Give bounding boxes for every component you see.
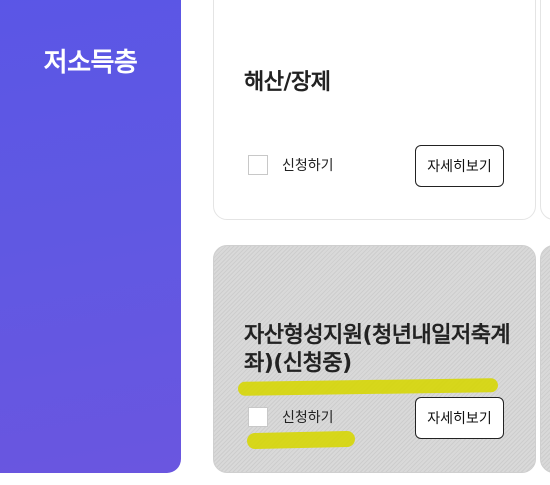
category-title: 저소득층 (43, 48, 138, 78)
category-panel[interactable]: 저소득층 (0, 0, 181, 473)
detail-button[interactable]: 자세히보기 (415, 397, 504, 439)
apply-label: 신청하기 (282, 410, 334, 426)
apply-option[interactable]: 신청하기 (248, 407, 334, 427)
next-card-edge-top (540, 0, 550, 220)
card-title: 자산형성지원(청년내일저축계좌)(신청중) (244, 323, 511, 376)
detail-button[interactable]: 자세히보기 (415, 145, 504, 187)
service-card-funeral: 해산/장제 신청하기 자세히보기 (213, 0, 536, 220)
apply-checkbox[interactable] (248, 155, 268, 175)
apply-checkbox[interactable] (248, 407, 268, 427)
apply-highlight-stroke (246, 430, 356, 450)
card-title: 해산/장제 (244, 70, 331, 95)
page: 저소득층 해산/장제 신청하기 자세히보기 자산형성지원(청년내일저축계좌)(신… (0, 0, 550, 485)
apply-label: 신청하기 (282, 158, 334, 174)
apply-option[interactable]: 신청하기 (248, 155, 334, 175)
next-card-edge-bottom (540, 245, 550, 473)
